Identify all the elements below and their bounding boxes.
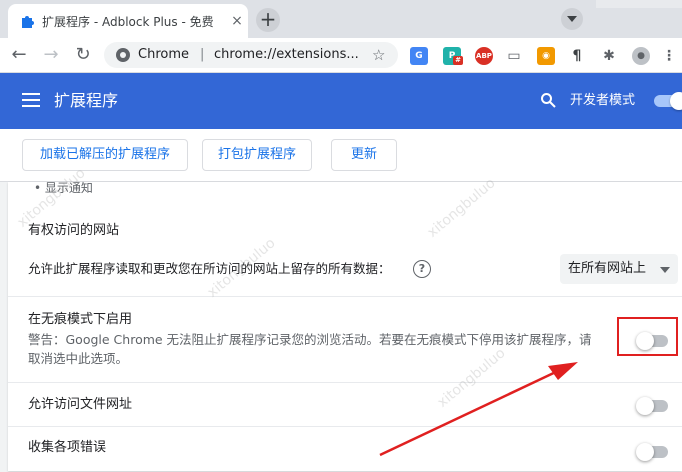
collect-errors-label: 收集各项错误 — [28, 440, 107, 455]
window-controls[interactable] — [596, 0, 682, 8]
site-access-description: 允许此扩展程序读取和更改您在所访问的网站上留存的所有数据： — [28, 261, 391, 276]
search-icon[interactable] — [540, 92, 556, 108]
translate-ext-icon[interactable]: G — [410, 47, 428, 65]
developer-mode-label: 开发者模式 — [570, 93, 636, 108]
omnibox-separator: | — [200, 47, 205, 62]
incognito-warning-line1: 警告：Google Chrome 无法阻止扩展程序记录您的浏览活动。若要在无痕模… — [28, 332, 592, 347]
forward-button[interactable]: → — [40, 44, 62, 66]
incognito-warning-line2: 取消选中此选项。 — [28, 351, 129, 366]
tampermonkey-ext-icon[interactable]: ◉ — [537, 47, 555, 65]
close-icon[interactable]: × — [230, 14, 244, 28]
site-access-heading: 有权访问的网站 — [28, 223, 120, 238]
developer-actions-bar: 加载已解压的扩展程序 打包扩展程序 更新 — [0, 129, 682, 182]
extensions-header: 扩展程序 开发者模式 — [0, 73, 682, 129]
tab-strip: 扩展程序 - Adblock Plus - 免费 × + — [0, 0, 682, 38]
permission-item: • 显示通知 — [34, 181, 93, 195]
chevron-down-icon — [660, 267, 670, 273]
chrome-icon — [116, 48, 130, 62]
p-ext-icon[interactable]: P # — [443, 47, 463, 65]
site-access-select[interactable]: 在所有网站上 — [560, 254, 678, 284]
omnibox-chrome-label: Chrome — [138, 47, 189, 62]
tab-title: 扩展程序 - Adblock Plus - 免费 — [42, 15, 214, 29]
address-bar[interactable]: Chrome | chrome://extensions... ☆ — [104, 42, 398, 68]
collect-errors-toggle[interactable] — [636, 443, 668, 461]
menu-dots-icon[interactable]: ⋮ — [660, 47, 678, 65]
site-access-select-value: 在所有网站上 — [568, 261, 647, 276]
hamburger-menu-icon[interactable] — [22, 93, 40, 107]
help-icon[interactable]: ? — [413, 260, 431, 278]
extension-badge: # — [453, 56, 463, 65]
abp-ext-icon[interactable]: ABP — [475, 47, 493, 65]
puzzle-ext-icon[interactable]: ✱ — [600, 47, 618, 65]
browser-toolbar: ← → ↻ Chrome | chrome://extensions... ☆ … — [0, 38, 682, 73]
pack-extension-button[interactable]: 打包扩展程序 — [202, 139, 312, 171]
puzzle-icon — [22, 16, 34, 28]
new-tab-button[interactable]: + — [256, 8, 280, 32]
file-urls-toggle[interactable] — [636, 397, 668, 415]
extension-details-card: • 显示通知 有权访问的网站 允许此扩展程序读取和更改您在所访问的网站上留存的所… — [8, 182, 682, 471]
reload-button[interactable]: ↻ — [72, 44, 94, 66]
incognito-label: 在无痕模式下启用 — [28, 312, 133, 327]
file-urls-label: 允许访问文件网址 — [28, 397, 133, 412]
paragraph-ext-icon[interactable]: ¶ — [568, 47, 586, 65]
back-button[interactable]: ← — [8, 44, 30, 66]
site-access-section: 有权访问的网站 允许此扩展程序读取和更改您在所访问的网站上留存的所有数据： ? … — [8, 206, 682, 296]
browser-tab[interactable]: 扩展程序 - Adblock Plus - 免费 × — [8, 4, 248, 38]
load-unpacked-button[interactable]: 加载已解压的扩展程序 — [22, 139, 188, 171]
annotation-highlight-box — [617, 317, 678, 356]
collect-errors-row: 收集各项错误 — [8, 426, 682, 472]
tab-ext-icon[interactable]: ▭ — [505, 47, 523, 65]
incognito-row: 在无痕模式下启用 警告：Google Chrome 无法阻止扩展程序记录您的浏览… — [8, 296, 682, 383]
omnibox-url[interactable]: chrome://extensions... — [214, 46, 364, 64]
tab-search-button[interactable] — [561, 8, 583, 30]
bookmark-star-icon[interactable]: ☆ — [372, 45, 385, 65]
page-title: 扩展程序 — [54, 91, 119, 110]
profile-avatar-icon[interactable]: ● — [632, 47, 650, 65]
file-urls-row: 允许访问文件网址 — [8, 382, 682, 427]
developer-mode-toggle[interactable] — [654, 92, 682, 110]
update-button[interactable]: 更新 — [331, 139, 397, 171]
